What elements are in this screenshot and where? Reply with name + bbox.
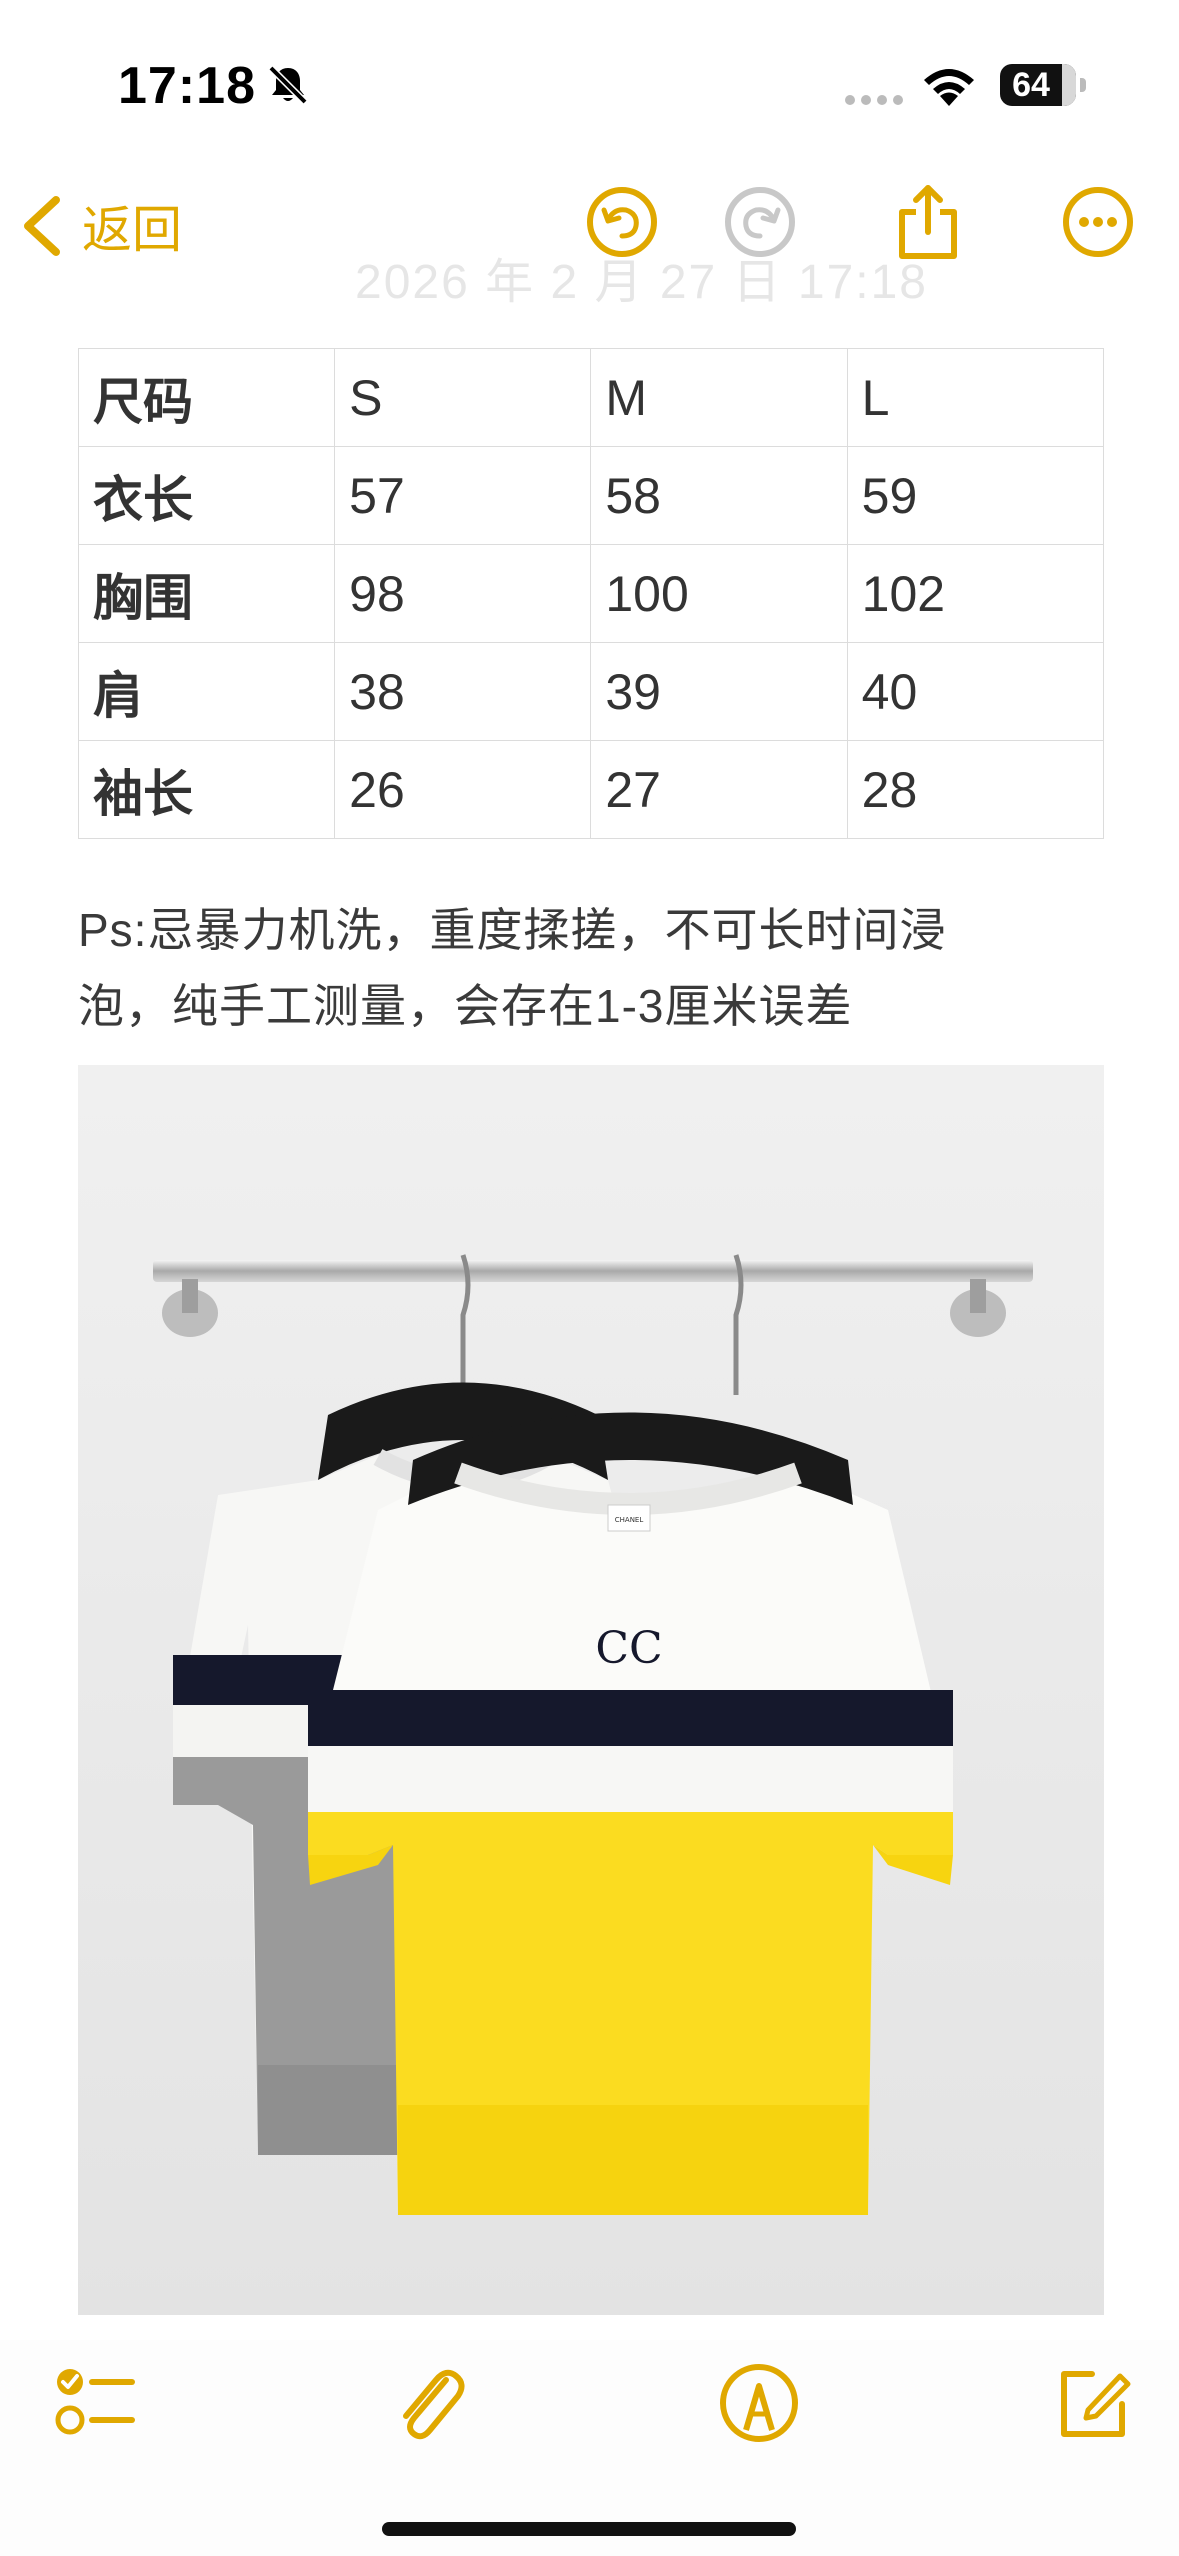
- battery-tip: [1080, 78, 1086, 92]
- checklist-icon[interactable]: [50, 2358, 140, 2448]
- size-table: 尺码 S M L 衣长 57 58 59 胸围 98 100 102 肩 38 39 40 袖长 26 27 28: [77, 348, 1105, 839]
- bell-slash-icon: [268, 65, 308, 105]
- status-bar: 17:18 64: [0, 0, 1179, 150]
- size-table-cell: M: [590, 348, 848, 447]
- size-table-row: 衣长 57 58 59: [77, 446, 1105, 545]
- size-table-cell: S: [334, 348, 592, 447]
- wifi-icon: [924, 69, 974, 106]
- size-table-row-label: 胸围: [77, 544, 336, 643]
- nav-bar: 2026 年 2 月 27 日 17:18 返回: [0, 150, 1179, 320]
- size-table-cell: 57: [334, 446, 592, 545]
- size-table-row-label: 尺码: [77, 348, 336, 447]
- size-table-cell: 98: [334, 544, 592, 643]
- status-time: 17:18: [118, 57, 256, 115]
- size-table-cell: L: [846, 348, 1105, 447]
- markup-pen-icon[interactable]: [714, 2358, 804, 2448]
- more-icon[interactable]: [1058, 182, 1138, 262]
- size-table-cell: 40: [846, 642, 1105, 741]
- size-table-cell: 28: [846, 740, 1105, 839]
- size-table-cell: 102: [846, 544, 1105, 643]
- size-table-row: 胸围 98 100 102: [77, 544, 1105, 643]
- size-table-cell: 59: [846, 446, 1105, 545]
- product-photo[interactable]: CC CHANEL CC: [78, 1065, 1104, 2315]
- size-table-cell: 58: [590, 446, 848, 545]
- redo-icon[interactable]: [720, 182, 800, 262]
- brand-tag: CHANEL: [615, 1516, 644, 1524]
- battery-icon: 64: [1000, 64, 1076, 106]
- size-table-row: 袖长 26 27 28: [77, 740, 1105, 839]
- size-table-cell: 39: [590, 642, 848, 741]
- size-table-row-label: 衣长: [77, 446, 336, 545]
- back-label: 返回: [82, 202, 182, 258]
- compose-icon[interactable]: [1048, 2358, 1138, 2448]
- brand-logo-front: CC: [595, 1623, 662, 1674]
- care-note-line-1: Ps:忌暴力机洗，重度揉搓，不可长时间浸: [78, 904, 947, 956]
- size-table-cell: 27: [590, 740, 848, 839]
- size-table-cell: 26: [334, 740, 592, 839]
- undo-icon[interactable]: [582, 182, 662, 262]
- size-table-cell: 100: [590, 544, 848, 643]
- chevron-left-icon: [24, 196, 60, 256]
- size-table-row-label: 袖长: [77, 740, 336, 839]
- battery-level: 64: [1012, 66, 1050, 104]
- size-table-row: 尺码 S M L: [77, 348, 1105, 447]
- size-table-row: 肩 38 39 40: [77, 642, 1105, 741]
- care-note-line-2: 泡，纯手工测量，会存在1-3厘米误差: [78, 980, 853, 1032]
- home-indicator[interactable]: [382, 2522, 796, 2536]
- paperclip-icon[interactable]: [384, 2358, 474, 2448]
- size-table-row-label: 肩: [77, 642, 336, 741]
- size-table-cell: 38: [334, 642, 592, 741]
- care-note: Ps:忌暴力机洗，重度揉搓，不可长时间浸 泡，纯手工测量，会存在1-3厘米误差: [78, 892, 1108, 1044]
- share-icon[interactable]: [888, 182, 968, 262]
- back-button[interactable]: 返回: [20, 190, 182, 262]
- cellular-signal-icon: [845, 92, 909, 110]
